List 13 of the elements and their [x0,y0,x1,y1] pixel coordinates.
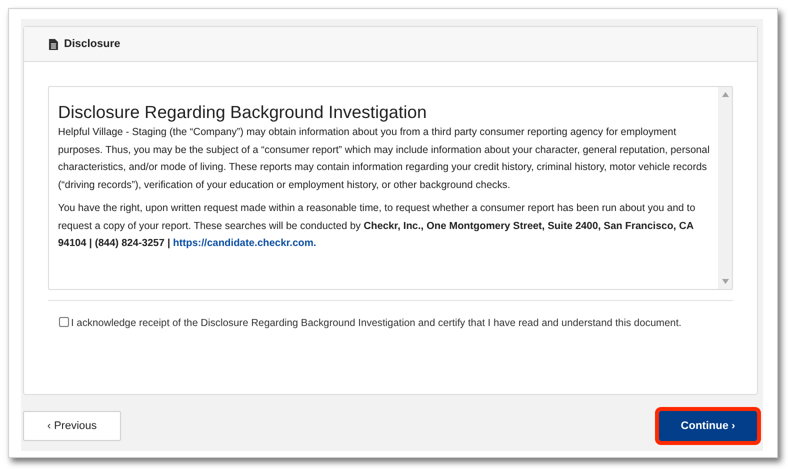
continue-button[interactable]: Continue › [659,411,757,441]
checkr-link[interactable]: https://candidate.checkr.com. [173,238,316,249]
disclosure-paragraph: Helpful Village - Staging (the “Company”) may obtain information about you from a third party consumer reporting agency for employment purposes. Thus, you may be the subject of a “consumer report” which may include information about your character, general reputation, personal characteristics, and/or mode of living. These reports may contain information regarding your credit history, criminal history, motor vehicle records (“driving records”), verification of your education or employment history, or other background checks. [58,126,710,192]
card-title: Disclosure [64,36,120,52]
document-icon [49,38,58,50]
disclosure-heading: Disclosure Regarding Background Investigation [58,101,428,123]
acknowledge-label: I acknowledge receipt of the Disclosure Regarding Background Investigation and certify that I have read and understand this document. [71,317,682,331]
acknowledge-checkbox[interactable] [59,317,69,327]
scrollbar[interactable] [718,87,732,289]
scroll-down-icon[interactable] [722,279,728,284]
scroll-up-icon[interactable] [722,92,728,97]
disclosure-paragraph: You have the right, upon written request made within a reasonable time, to request whether a consumer report has been run about you and to request a copy of your report. These searches will be conducted by Checkr, Inc., One Montgomery Street, Suite 2400, San Francisco, CA 94104 | (844) 824-3257 | https://candidate.checkr.com. [58,202,696,251]
previous-button[interactable]: ‹ Previous [23,411,121,441]
